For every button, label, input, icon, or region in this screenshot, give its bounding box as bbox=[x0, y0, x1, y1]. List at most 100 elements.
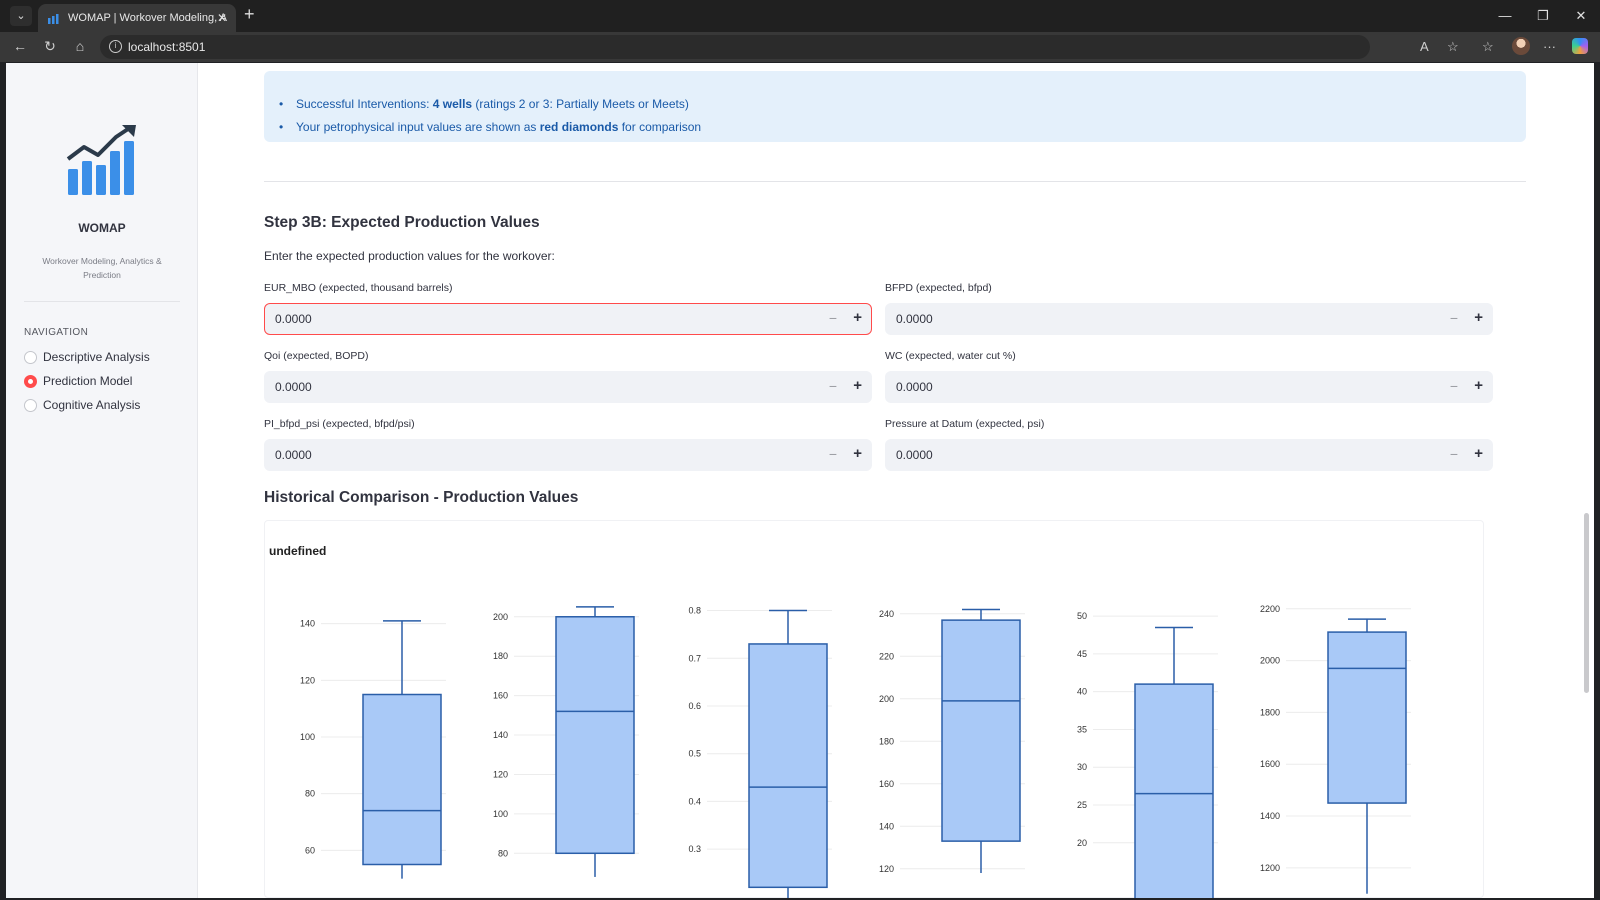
address-bar[interactable]: i localhost:8501 bbox=[100, 35, 1370, 59]
increment-icon[interactable]: + bbox=[1474, 377, 1483, 394]
y-tick-label: 45 bbox=[1077, 649, 1087, 659]
field-label-pressure-at-datum: Pressure at Datum (expected, psi) bbox=[885, 418, 1045, 430]
input-value[interactable]: 0.0000 bbox=[896, 380, 933, 394]
window-close-icon[interactable]: ✕ bbox=[1562, 0, 1600, 32]
input-value[interactable]: 0.0000 bbox=[275, 312, 312, 326]
browser-toolbar: ← ↻ ⌂ i localhost:8501 A ☆ ☆ ··· bbox=[0, 32, 1600, 62]
box-iqr bbox=[941, 619, 1021, 842]
decrement-icon[interactable]: − bbox=[829, 310, 837, 326]
nav-option-cognitive-analysis[interactable]: Cognitive Analysis bbox=[24, 396, 140, 414]
decrement-icon[interactable]: − bbox=[1450, 310, 1458, 326]
info-line-interventions: Successful Interventions: 4 wells (ratin… bbox=[279, 97, 689, 111]
field-label-eur-mbo: EUR_MBO (expected, thousand barrels) bbox=[264, 282, 453, 294]
qoi-input[interactable]: 0.0000 − + bbox=[264, 371, 872, 403]
favorite-star-icon[interactable]: ☆ bbox=[1447, 39, 1459, 55]
home-icon[interactable]: ⌂ bbox=[70, 38, 90, 54]
y-tick-label: 200 bbox=[493, 612, 508, 622]
increment-icon[interactable]: + bbox=[853, 309, 862, 326]
bar-chart-logo-icon bbox=[66, 125, 136, 195]
main-content: Successful Interventions: 4 wells (ratin… bbox=[198, 63, 1594, 898]
reload-icon[interactable]: ↻ bbox=[40, 38, 60, 55]
radio-selected-icon[interactable] bbox=[24, 374, 37, 388]
y-tick-label: 160 bbox=[879, 779, 894, 789]
nav-option-prediction-model[interactable]: Prediction Model bbox=[24, 372, 132, 390]
wc-input[interactable]: 0.0000 − + bbox=[885, 371, 1493, 403]
input-value[interactable]: 0.0000 bbox=[275, 380, 312, 394]
y-tick-label: 120 bbox=[879, 864, 894, 874]
window-controls: — ❐ ✕ bbox=[1486, 0, 1600, 32]
site-info-icon[interactable]: i bbox=[109, 40, 122, 53]
box-iqr bbox=[1134, 683, 1214, 898]
y-tick-label: 140 bbox=[879, 821, 894, 831]
browser-tab-strip: ⌄ WOMAP | Workover Modeling, A ✕ + — ❐ ✕ bbox=[0, 0, 1600, 32]
y-tick-label: 180 bbox=[879, 736, 894, 746]
y-tick-label: 0.6 bbox=[688, 701, 701, 711]
step-description: Enter the expected production values for… bbox=[264, 249, 555, 263]
y-tick-label: 100 bbox=[493, 809, 508, 819]
profile-avatar[interactable] bbox=[1512, 37, 1530, 55]
y-tick-label: 0.8 bbox=[688, 606, 701, 616]
y-tick-label: 0.3 bbox=[688, 844, 701, 854]
input-value[interactable]: 0.0000 bbox=[896, 448, 933, 462]
nav-option-label: Prediction Model bbox=[43, 374, 133, 388]
field-label-pi-bfpd-psi: PI_bfpd_psi (expected, bfpd/psi) bbox=[264, 418, 415, 430]
pressure-at-datum-input[interactable]: 0.0000 − + bbox=[885, 439, 1493, 471]
input-value[interactable]: 0.0000 bbox=[275, 448, 312, 462]
y-tick-label: 25 bbox=[1077, 800, 1087, 810]
navigation-heading: NAVIGATION bbox=[24, 327, 89, 338]
radio-unselected-icon[interactable] bbox=[24, 398, 37, 412]
y-tick-label: 180 bbox=[493, 651, 508, 661]
y-tick-label: 1200 bbox=[1260, 863, 1280, 873]
copilot-icon[interactable] bbox=[1572, 38, 1588, 54]
bfpd-input[interactable]: 0.0000 − + bbox=[885, 303, 1493, 335]
decrement-icon[interactable]: − bbox=[829, 378, 837, 394]
tab-close-icon[interactable]: ✕ bbox=[217, 4, 227, 32]
radio-unselected-icon[interactable] bbox=[24, 350, 37, 364]
decrement-icon[interactable]: − bbox=[1450, 446, 1458, 462]
minimize-icon[interactable]: — bbox=[1486, 0, 1524, 32]
more-menu-icon[interactable]: ··· bbox=[1543, 39, 1556, 54]
y-tick-label: 220 bbox=[879, 651, 894, 661]
sidebar-divider bbox=[24, 301, 180, 302]
read-aloud-icon[interactable]: A bbox=[1420, 39, 1429, 54]
tab-list-chevron-icon[interactable]: ⌄ bbox=[10, 6, 32, 26]
input-value[interactable]: 0.0000 bbox=[896, 312, 933, 326]
y-tick-label: 0.4 bbox=[688, 796, 701, 806]
y-tick-label: 40 bbox=[1077, 687, 1087, 697]
y-tick-label: 30 bbox=[1077, 762, 1087, 772]
info-callout: Successful Interventions: 4 wells (ratin… bbox=[264, 71, 1526, 142]
decrement-icon[interactable]: − bbox=[1450, 378, 1458, 394]
browser-tab-active[interactable]: WOMAP | Workover Modeling, A ✕ bbox=[38, 4, 236, 32]
y-tick-label: 0.7 bbox=[688, 653, 701, 663]
box-plot-chart: undefined 60 80 100 120 140 80 100 120 140 160 180… bbox=[264, 520, 1484, 898]
increment-icon[interactable]: + bbox=[1474, 445, 1483, 462]
favorites-list-icon[interactable]: ☆ bbox=[1482, 39, 1494, 55]
increment-icon[interactable]: + bbox=[1474, 309, 1483, 326]
box-iqr bbox=[1327, 631, 1407, 804]
eur-mbo-input[interactable]: 0.0000 − + bbox=[264, 303, 872, 335]
field-label-wc: WC (expected, water cut %) bbox=[885, 350, 1016, 362]
pi-bfpd-psi-input[interactable]: 0.0000 − + bbox=[264, 439, 872, 471]
nav-option-descriptive-analysis[interactable]: Descriptive Analysis bbox=[24, 348, 150, 366]
y-tick-label: 2200 bbox=[1260, 604, 1280, 614]
nav-option-label: Descriptive Analysis bbox=[43, 350, 150, 364]
y-tick-label: 1400 bbox=[1260, 811, 1280, 821]
box-plot-svg: undefined 60 80 100 120 140 80 100 120 140 160 180… bbox=[269, 544, 1411, 898]
increment-icon[interactable]: + bbox=[853, 377, 862, 394]
info-line-diamonds: Your petrophysical input values are show… bbox=[279, 120, 701, 134]
decrement-icon[interactable]: − bbox=[829, 446, 837, 462]
new-tab-plus-icon[interactable]: + bbox=[244, 4, 255, 25]
y-tick-label: 160 bbox=[493, 691, 508, 701]
chart-title: undefined bbox=[269, 544, 326, 558]
y-tick-label: 120 bbox=[300, 675, 315, 685]
streamlit-app: WOMAP Workover Modeling, Analytics & Pre… bbox=[6, 63, 1594, 898]
back-arrow-icon[interactable]: ← bbox=[10, 38, 30, 54]
page-scrollbar[interactable] bbox=[1584, 513, 1589, 693]
app-brand-name: WOMAP bbox=[78, 221, 126, 235]
box-iqr bbox=[555, 616, 635, 855]
increment-icon[interactable]: + bbox=[853, 445, 862, 462]
box-iqr bbox=[748, 643, 828, 889]
historical-comparison-title: Historical Comparison - Production Value… bbox=[264, 489, 579, 506]
restore-icon[interactable]: ❐ bbox=[1524, 0, 1562, 32]
sidebar: WOMAP Workover Modeling, Analytics & Pre… bbox=[6, 63, 198, 898]
